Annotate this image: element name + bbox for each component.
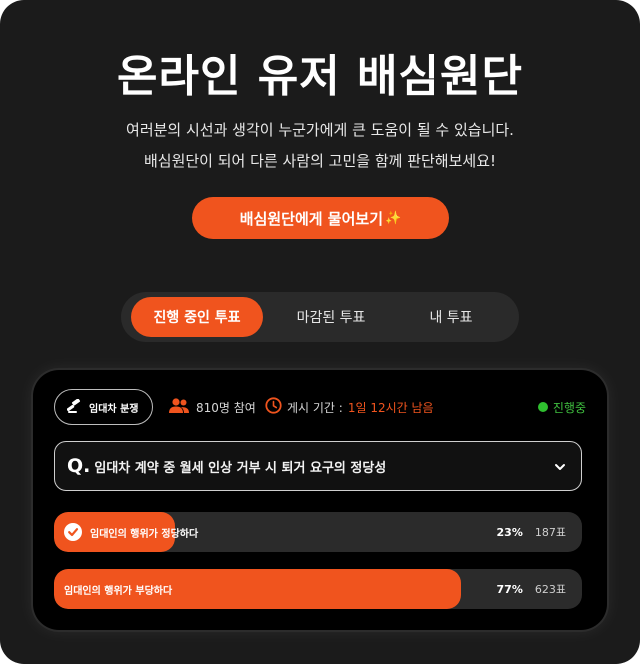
- participants-info: 810명 참여: [168, 389, 256, 425]
- people-icon: [168, 397, 190, 417]
- status-badge: 진행중: [537, 389, 586, 425]
- gavel-icon: [66, 397, 83, 416]
- question-dropdown[interactable]: Q. 임대차 계약 중 월세 인상 거부 시 퇴거 요구의 정당성: [54, 441, 582, 491]
- participants-count: 810명 참여: [196, 400, 256, 415]
- option-result: 77% 623표: [497, 569, 566, 609]
- deadline-info: 게시 기간 : 1일 12시간 남음: [265, 389, 434, 425]
- tab-my-votes[interactable]: 내 투표: [399, 297, 503, 337]
- vote-option-justified[interactable]: 임대인의 행위가 정당하다 23% 187표: [54, 512, 582, 552]
- option-label-wrap: 임대인의 행위가 부당하다: [64, 569, 172, 609]
- vote-meta: 임대차 분쟁 810명 참여 게시 기간: 1일 12시간 남음 진행중: [54, 389, 586, 425]
- clock-icon: [265, 397, 282, 417]
- option-count: 623표: [534, 583, 566, 596]
- vote-tabs: 진행 중인 투표 마감된 투표 내 투표: [121, 292, 519, 342]
- status-label: 진행중: [552, 400, 586, 415]
- option-label: 임대인의 행위가 부당하다: [64, 585, 173, 597]
- option-result: 23% 187표: [497, 512, 566, 552]
- option-count: 187표: [534, 526, 566, 539]
- tab-closed-votes[interactable]: 마감된 투표: [269, 297, 393, 337]
- category-badge: 임대차 분쟁: [54, 389, 154, 425]
- category-label: 임대차 분쟁: [89, 403, 139, 415]
- vote-card: 임대차 분쟁 810명 참여 게시 기간: 1일 12시간 남음 진행중 Q.…: [33, 370, 607, 630]
- ask-jury-button[interactable]: 배심원단에게 물어보기 ✨: [192, 197, 449, 239]
- deadline-label: 게시 기간 :: [287, 400, 343, 415]
- question-text: 임대차 계약 중 월세 인상 거부 시 퇴거 요구의 정당성: [94, 460, 387, 476]
- question-prefix: Q.: [67, 455, 91, 477]
- tab-ongoing-votes[interactable]: 진행 중인 투표: [131, 297, 263, 337]
- status-dot-icon: [537, 402, 548, 412]
- sparkle-icon: ✨: [385, 210, 402, 226]
- deadline-remaining: 1일 12시간 남음: [347, 400, 434, 415]
- option-label-wrap: 임대인의 행위가 정당하다: [64, 512, 198, 552]
- option-label: 임대인의 행위가 정당하다: [90, 528, 199, 540]
- check-circle-icon: [64, 523, 82, 541]
- option-percent: 77%: [496, 582, 523, 596]
- page-frame: 온라인 유저 배심원단 여러분의 시선과 생각이 누군가에게 큰 도움이 될 수…: [0, 0, 640, 664]
- hero-description-line-2: 배심원단이 되어 다른 사람의 고민을 함께 판단해보세요!: [143, 152, 497, 170]
- chevron-down-icon: [553, 459, 567, 478]
- hero-description-line-1: 여러분의 시선과 생각이 누군가에게 큰 도움이 될 수 있습니다.: [126, 121, 514, 139]
- ask-jury-button-label: 배심원단에게 물어보기: [239, 209, 384, 228]
- page-title: 온라인 유저 배심원단: [117, 51, 523, 102]
- vote-option-unjustified[interactable]: 임대인의 행위가 부당하다 77% 623표: [54, 569, 582, 609]
- option-percent: 23%: [496, 525, 523, 539]
